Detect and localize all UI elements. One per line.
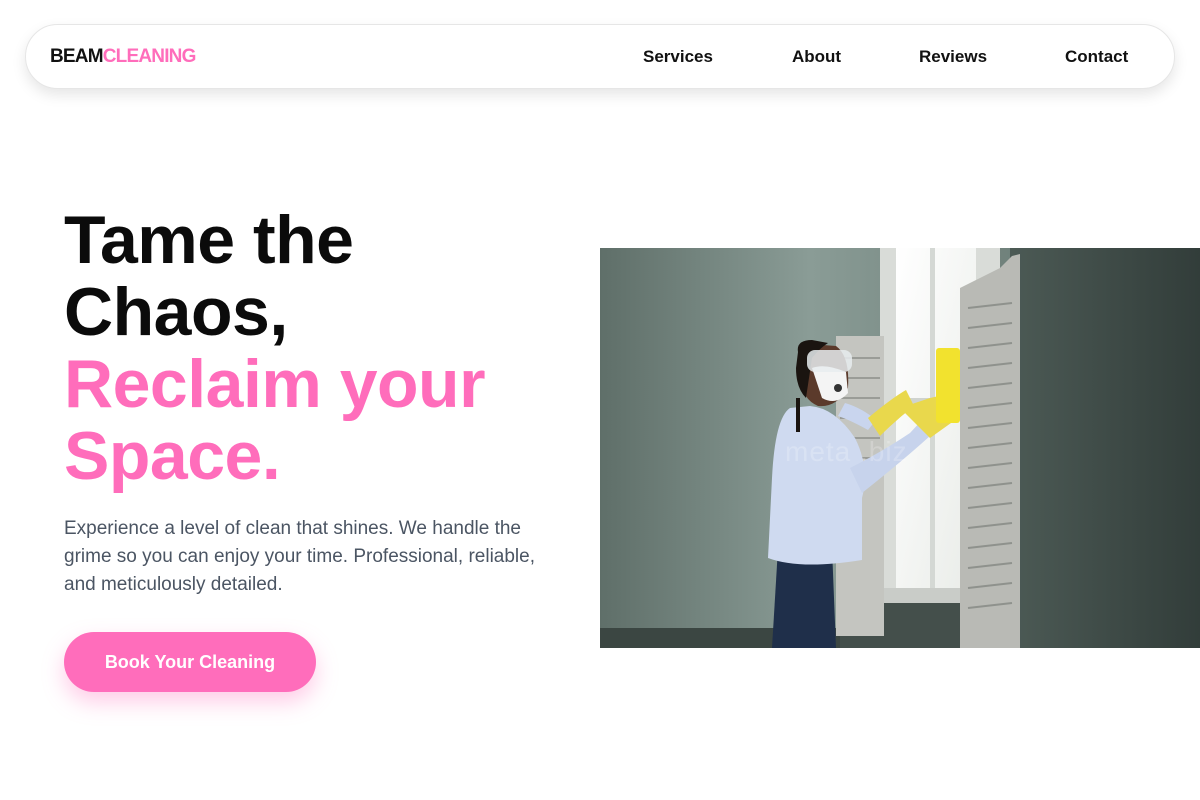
nav-services-link[interactable]: Services — [643, 47, 713, 67]
hero-title-line-1: Tame the — [64, 202, 354, 278]
nav-about-link[interactable]: About — [792, 47, 841, 67]
hero-title-line-4: Space. — [64, 418, 281, 494]
hero-title-line-2: Chaos, — [64, 274, 288, 350]
book-cleaning-button[interactable]: Book Your Cleaning — [64, 632, 316, 692]
hero-description: Experience a level of clean that shines.… — [64, 518, 536, 595]
nav-reviews-link[interactable]: Reviews — [919, 47, 987, 67]
logo-cleaning-text: CLEANING — [102, 46, 197, 67]
hero-image: meta .biz — [600, 248, 1200, 648]
logo-beam-text: BEAM — [50, 46, 104, 67]
nav-contact-link[interactable]: Contact — [1065, 47, 1128, 67]
image-watermark: meta .biz — [785, 436, 908, 467]
hero-title: Tame the Chaos, Reclaim your Space. — [64, 202, 486, 494]
brand-logo[interactable]: BEAMCLEANING — [50, 46, 196, 68]
hero-title-line-3: Reclaim your — [64, 346, 486, 422]
top-navbar: BEAMCLEANING Services About Reviews Cont… — [25, 24, 1175, 89]
